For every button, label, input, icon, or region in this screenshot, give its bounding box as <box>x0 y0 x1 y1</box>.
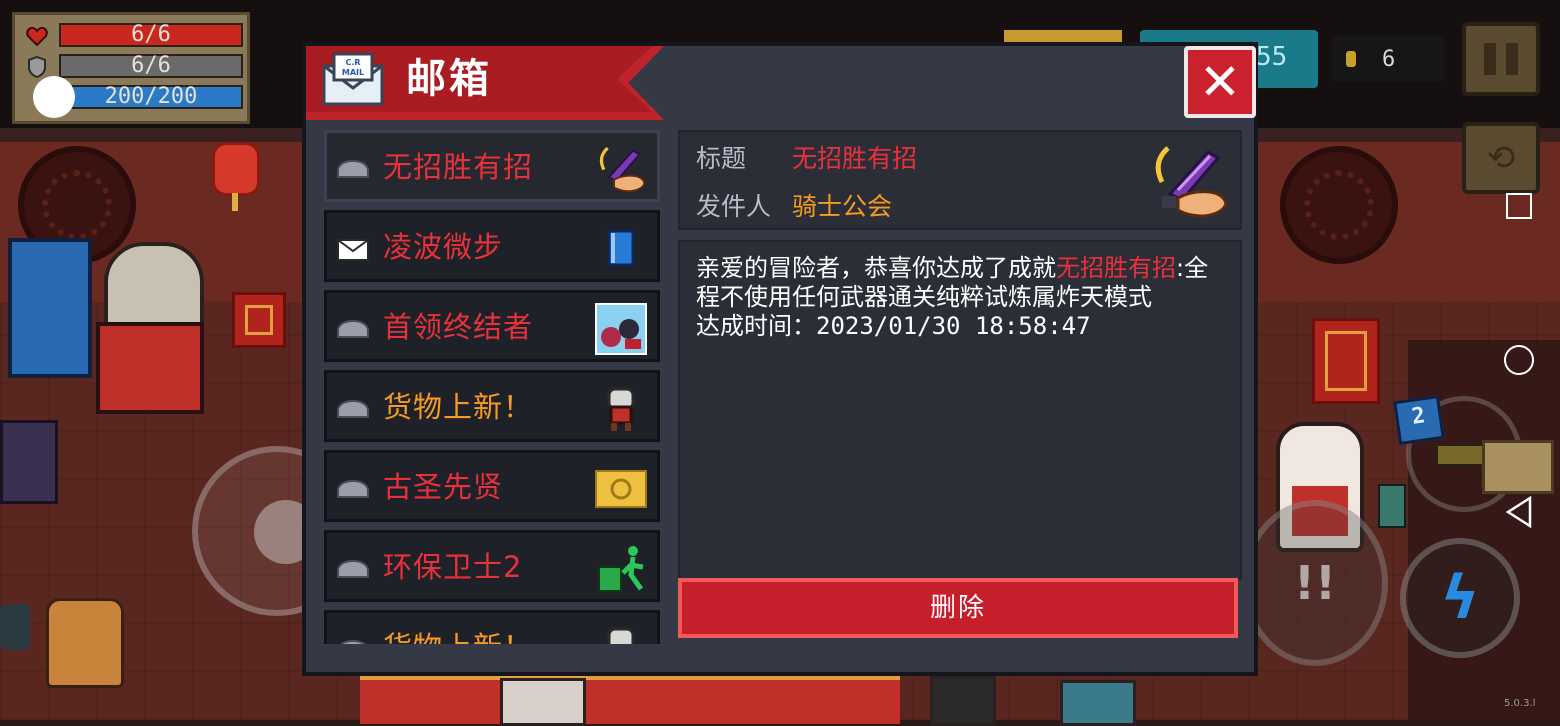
energy-bar: 200/200 <box>59 85 243 109</box>
npc <box>500 678 586 726</box>
mail-body-text: 亲爱的冒险者，恭喜你达成了成就无招胜有招:全程不使用任何武器通关纯粹试炼属炸天模… <box>696 254 1226 341</box>
subject-value: 无招胜有招 <box>792 144 918 173</box>
opened-envelope-icon <box>337 159 369 179</box>
pot-icon <box>0 604 30 650</box>
mail-item-label: 凌波微步 <box>383 230 504 264</box>
armor-bar: 6/6 <box>59 54 243 78</box>
mail-item-label: 货物上新！ <box>383 627 533 644</box>
recents-button[interactable] <box>1490 184 1548 228</box>
opened-envelope-icon <box>337 479 369 499</box>
red-cabinet <box>232 292 286 348</box>
mail-item[interactable]: 货物上新！ <box>324 610 660 644</box>
bottle-icon <box>1378 484 1406 528</box>
dialog-title: 邮箱 <box>406 56 492 102</box>
cat-npc <box>46 598 124 688</box>
subject-label: 标题 <box>696 144 747 173</box>
opened-envelope-icon <box>337 399 369 419</box>
back-button[interactable] <box>1490 490 1548 534</box>
red-cabinet <box>1312 318 1380 404</box>
mailbox-dialog: C.R MAIL 邮箱 ✕ 无招胜有招 凌波微步 首领终结者 货物上新！ 古圣先贤 环保卫… <box>302 42 1258 676</box>
coin-icon <box>1346 51 1356 67</box>
merchant-icon <box>595 623 647 644</box>
skill-button[interactable]: ϟ <box>1400 538 1520 658</box>
back-triangle-icon <box>1505 496 1532 528</box>
achieved-label: 达成时间： <box>696 312 816 340</box>
sender-label: 发件人 <box>696 192 772 221</box>
opened-envelope-icon <box>337 559 369 579</box>
body-intro: 亲爱的冒险者，恭喜你达成了成就 <box>696 254 1056 282</box>
version-label: 5.0.3.l <box>1504 698 1536 709</box>
sender-value: 骑士公会 <box>792 192 893 221</box>
square-icon <box>1506 193 1532 219</box>
mail-detail-header: 标题 无招胜有招 发件人 骑士公会 <box>678 130 1242 230</box>
mail-item[interactable]: 凌波微步 <box>324 210 660 282</box>
achievement-name: 无招胜有招 <box>1056 254 1176 282</box>
sword-hand-icon <box>1148 142 1230 220</box>
envelope-icon <box>337 239 369 261</box>
blue-book-icon <box>595 223 647 275</box>
svg-text:C.R: C.R <box>345 58 360 67</box>
pause-icon <box>1484 43 1496 75</box>
coin-counter: 6 <box>1332 36 1444 82</box>
merchant-icon <box>595 383 647 435</box>
mail-item[interactable]: 无招胜有招 <box>324 130 660 202</box>
pause-button[interactable] <box>1462 22 1540 96</box>
bottom-decor <box>360 676 900 724</box>
mail-item[interactable]: 环保卫士2 <box>324 530 660 602</box>
svg-text:MAIL: MAIL <box>342 68 364 77</box>
close-button[interactable]: ✕ <box>1184 46 1256 118</box>
hp-bar: 6/6 <box>59 23 243 47</box>
mail-item-label: 环保卫士2 <box>383 550 523 584</box>
home-button[interactable] <box>1490 338 1548 382</box>
opened-envelope-icon <box>337 319 369 339</box>
achieved-time: 2023/01/30 18:58:47 <box>816 312 1091 340</box>
mail-list[interactable]: 无招胜有招凌波微步首领终结者货物上新！ 古圣先贤环保卫士2 货物上新！ <box>324 130 662 644</box>
attack-button[interactable]: !! <box>1242 500 1388 666</box>
close-icon: ✕ <box>1199 53 1241 111</box>
opened-envelope-icon <box>337 639 369 644</box>
gun-icon <box>1436 444 1484 466</box>
mail-item[interactable]: 货物上新！ <box>324 370 660 442</box>
boss-portrait-icon <box>595 303 647 355</box>
weapon-card[interactable] <box>1482 440 1554 494</box>
mail-item-label: 古圣先贤 <box>383 470 504 504</box>
coin-count: 6 <box>1382 46 1396 72</box>
heart-icon <box>23 25 51 47</box>
touch-indicator <box>33 76 75 118</box>
recycle-bin-icon <box>595 543 647 595</box>
hp-row: 6/6 <box>23 23 243 49</box>
mail-item[interactable]: 首领终结者 <box>324 290 660 362</box>
lantern-icon <box>212 142 260 211</box>
mail-item-label: 货物上新！ <box>383 390 534 424</box>
mail-item-label: 首领终结者 <box>383 310 534 344</box>
gold-plaque-icon <box>595 463 647 515</box>
shield-icon <box>23 56 51 78</box>
mail-item[interactable]: 古圣先贤 <box>324 450 660 522</box>
gacha-machine[interactable] <box>96 242 204 414</box>
delete-button[interactable]: 删除 <box>678 578 1238 638</box>
wall-medallion <box>1280 146 1398 264</box>
weapon-level-badge: 2 <box>1393 395 1445 445</box>
mech-npc[interactable] <box>8 238 92 378</box>
mail-item-label: 无招胜有招 <box>383 150 534 184</box>
circle-icon <box>1504 345 1534 375</box>
npc <box>1060 680 1136 726</box>
mailbox-icon: C.R MAIL <box>322 52 384 106</box>
sword-hand-icon <box>595 143 647 195</box>
npc <box>930 676 996 726</box>
ghost-npc <box>0 420 58 504</box>
mail-body: 亲爱的冒险者，恭喜你达成了成就无招胜有招:全程不使用任何武器通关纯粹试炼属炸天模… <box>678 240 1242 580</box>
